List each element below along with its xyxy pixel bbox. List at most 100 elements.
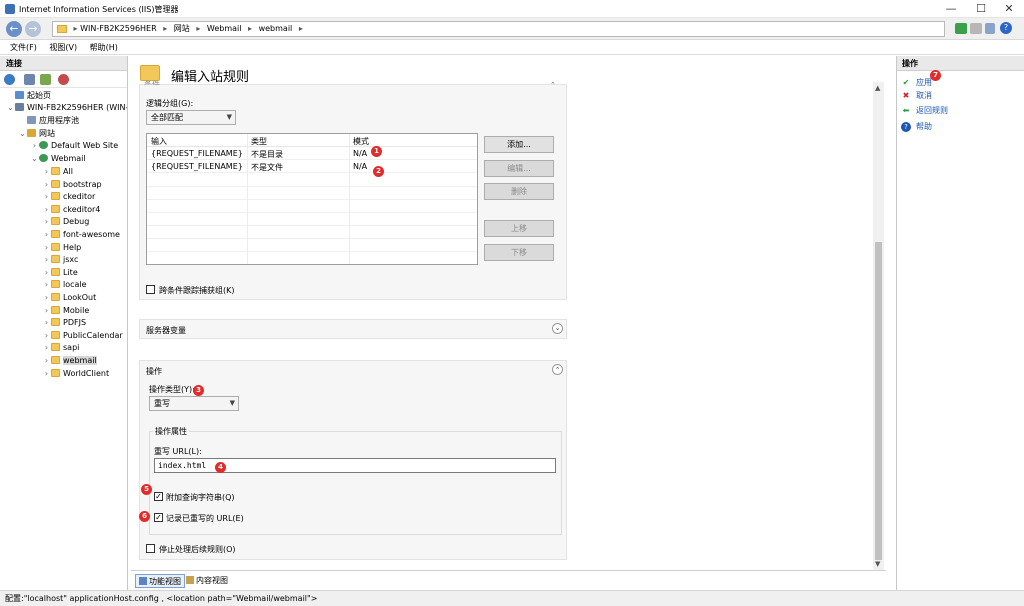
forward-button[interactable]: → (25, 21, 41, 37)
expand-arrow-icon[interactable]: › (42, 292, 51, 304)
expand-arrow-icon[interactable]: › (30, 140, 39, 152)
network-icon[interactable] (955, 23, 967, 34)
edit-button[interactable]: 编辑... (484, 160, 554, 177)
column-input[interactable]: 输入 (151, 136, 167, 147)
tree-item[interactable]: › Default Web Site (30, 140, 118, 153)
expand-arrow-icon[interactable]: › (42, 204, 51, 216)
expand-arrow-icon[interactable]: › (42, 267, 51, 279)
tree-item[interactable]: › Lite (42, 267, 78, 280)
expand-icon[interactable]: ⌄ (552, 323, 563, 334)
action-type-select[interactable]: 重写 ▼ (149, 396, 239, 411)
collapse-icon[interactable]: ⌃ (552, 364, 563, 375)
log-rewritten-checkbox[interactable]: ✓ (154, 513, 163, 522)
address-segment[interactable]: 网站 (174, 22, 190, 36)
menu-help[interactable]: 帮助(H) (90, 40, 118, 55)
tree-item[interactable]: › locale (42, 279, 87, 292)
tree-item[interactable]: › Mobile (42, 305, 89, 318)
tree-item[interactable]: › bootstrap (42, 179, 102, 192)
expand-arrow-icon[interactable]: › (42, 305, 51, 317)
save-icon[interactable] (24, 74, 35, 85)
tree-item[interactable]: › PublicCalendar (42, 330, 123, 343)
expand-arrow-icon[interactable]: › (42, 229, 51, 241)
collapse-arrow-icon[interactable]: ⌄ (30, 153, 39, 165)
tree-item[interactable]: 应用程序池 (18, 115, 79, 128)
conditions-section: 条件 ⌃ 逻辑分组(G): 全部匹配 ▼ 输入 类型 模式 {REQUEST_F… (139, 80, 567, 300)
expand-arrow-icon[interactable]: › (42, 179, 51, 191)
menu-view[interactable]: 视图(V) (49, 40, 77, 55)
scroll-up-icon[interactable]: ▲ (875, 84, 880, 92)
append-query-checkbox[interactable]: ✓ (154, 492, 163, 501)
address-segment[interactable]: Webmail (207, 22, 242, 36)
expand-arrow-icon[interactable]: › (42, 355, 51, 367)
expand-arrow-icon[interactable]: › (42, 191, 51, 203)
tree-item[interactable]: › font-awesome (42, 229, 120, 242)
tree-item[interactable]: › WorldClient (42, 368, 109, 381)
column-type[interactable]: 类型 (251, 136, 267, 147)
logical-group-select[interactable]: 全部匹配 ▼ (146, 110, 236, 125)
annotation-badge: 2 (373, 166, 384, 177)
help-action[interactable]: ? 帮助 (901, 120, 932, 133)
expand-arrow-icon[interactable]: › (42, 279, 51, 291)
disconnect-icon[interactable] (58, 74, 69, 85)
mail-icon[interactable] (970, 23, 982, 34)
expand-arrow-icon[interactable]: › (42, 216, 51, 228)
table-row[interactable]: {REQUEST_FILENAME} 不是文件 N/A (147, 160, 477, 173)
tab-features-view[interactable]: 功能视图 (135, 574, 185, 588)
vertical-scrollbar[interactable]: ▲ ▼ (873, 82, 884, 570)
server-variables-section[interactable]: 服务器变量 ⌄ (139, 319, 567, 339)
apply-action[interactable]: ✔ 应用 (901, 76, 932, 89)
help-icon[interactable]: ? (1000, 22, 1012, 34)
move-down-button[interactable]: 下移 (484, 244, 554, 261)
stop-processing-checkbox[interactable] (146, 544, 155, 553)
menu-file[interactable]: 文件(F) (10, 40, 37, 55)
delete-button[interactable]: 删除 (484, 183, 554, 200)
tree-item[interactable]: › LookOut (42, 292, 96, 305)
tree-item[interactable]: › ckeditor (42, 191, 95, 204)
cancel-action[interactable]: ✖ 取消 (901, 89, 932, 102)
close-button[interactable]: ✕ (994, 0, 1024, 18)
up-level-icon[interactable] (40, 74, 51, 85)
tree-item[interactable]: › Help (42, 242, 81, 255)
minimize-button[interactable]: — (936, 0, 966, 18)
address-segment[interactable]: webmail (259, 22, 293, 36)
tree-item[interactable]: ⌄ 网站 (18, 128, 55, 141)
tree-item[interactable]: › sapi (42, 342, 79, 355)
tree-item[interactable]: › All (42, 166, 73, 179)
connect-icon[interactable] (4, 74, 15, 85)
expand-arrow-icon[interactable]: › (42, 242, 51, 254)
tree-item[interactable]: › Debug (42, 216, 89, 229)
expand-arrow-icon[interactable]: › (42, 330, 51, 342)
scroll-down-icon[interactable]: ▼ (875, 560, 880, 568)
back-button[interactable]: ← (6, 21, 22, 37)
tab-content-view[interactable]: 内容视图 (183, 574, 231, 588)
tree-item[interactable]: 起始页 (6, 90, 51, 103)
table-row[interactable]: {REQUEST_FILENAME} 不是目录 N/A (147, 147, 477, 160)
expand-arrow-icon[interactable]: › (42, 166, 51, 178)
tree-item[interactable]: ⌄ Webmail (30, 153, 86, 166)
move-up-button[interactable]: 上移 (484, 220, 554, 237)
tree-item[interactable]: › webmail (42, 355, 97, 368)
collapse-icon[interactable]: ⌃ (550, 81, 556, 89)
address-field[interactable]: ▸ WIN-FB2K2596HER ▸ 网站 ▸ Webmail ▸ webma… (52, 21, 945, 37)
back-to-rules-action[interactable]: ⬅ 返回规则 (901, 104, 948, 117)
page-icon[interactable] (985, 23, 995, 34)
collapse-arrow-icon[interactable]: ⌄ (6, 102, 15, 114)
tree-item[interactable]: › PDFJS (42, 317, 86, 330)
expand-arrow-icon[interactable]: › (42, 342, 51, 354)
collapse-arrow-icon[interactable]: ⌄ (18, 128, 27, 140)
track-groups-checkbox[interactable] (146, 285, 155, 294)
add-button[interactable]: 添加... (484, 136, 554, 153)
column-pattern[interactable]: 模式 (353, 136, 369, 147)
conditions-section-label: 条件 (144, 80, 160, 85)
tree-item[interactable]: ⌄ WIN-FB2K2596HER (WIN-F (6, 102, 127, 115)
expand-arrow-icon[interactable]: › (42, 368, 51, 380)
expand-arrow-icon[interactable]: › (42, 317, 51, 329)
scrollbar-thumb[interactable] (875, 242, 882, 560)
tree-item[interactable]: › ckeditor4 (42, 204, 100, 217)
folder-icon (51, 318, 60, 327)
expand-arrow-icon[interactable]: › (42, 254, 51, 266)
address-segment[interactable]: WIN-FB2K2596HER (80, 22, 157, 36)
maximize-button[interactable]: ☐ (966, 0, 996, 18)
tree-item[interactable]: › jsxc (42, 254, 78, 267)
menu-bar: 文件(F) 视图(V) 帮助(H) (0, 40, 1024, 55)
